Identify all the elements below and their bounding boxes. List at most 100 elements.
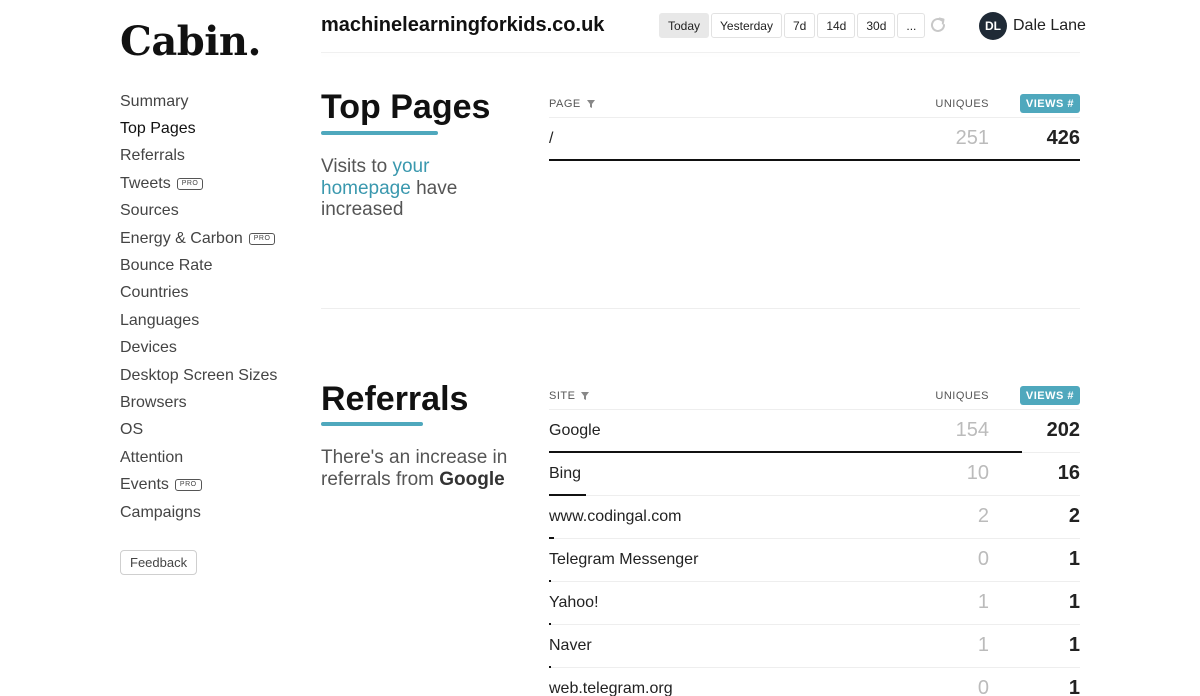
- row-views: 1: [1068, 677, 1080, 696]
- views-column-header[interactable]: VIEWS #: [1019, 94, 1080, 113]
- column-label: PAGE: [549, 98, 581, 110]
- row-views: 1: [1068, 634, 1080, 656]
- referrals-insight: There's an increase in referrals from Go…: [321, 447, 511, 490]
- row-label: /: [549, 130, 554, 147]
- table-row[interactable]: Naver 1 1: [549, 625, 1080, 668]
- sidebar-item-bounce-rate[interactable]: Bounce Rate: [120, 252, 277, 279]
- sidebar-item-top-pages[interactable]: Top Pages: [120, 115, 277, 142]
- sidebar-nav: Summary Top Pages Referrals Tweets PRO So…: [120, 88, 277, 526]
- row-uniques: 2: [977, 505, 989, 527]
- table-row[interactable]: web.telegram.org 0 1: [549, 668, 1080, 696]
- row-views: 1: [1068, 591, 1080, 613]
- row-uniques: 154: [955, 419, 989, 441]
- sidebar-item-desktop-screen-sizes[interactable]: Desktop Screen Sizes: [120, 362, 277, 389]
- sidebar-item-languages[interactable]: Languages: [120, 307, 277, 334]
- table-header: SITE UNIQUES VIEWS #: [549, 386, 1080, 410]
- sidebar-item-label: Top Pages: [120, 120, 196, 138]
- refresh-icon[interactable]: [928, 15, 948, 35]
- row-label: Naver: [549, 637, 592, 654]
- views-column-header[interactable]: VIEWS #: [1019, 386, 1080, 405]
- row-views: 202: [1046, 419, 1080, 441]
- sidebar-item-sources[interactable]: Sources: [120, 198, 277, 225]
- pro-badge: PRO: [248, 232, 276, 245]
- sidebar-item-tweets[interactable]: Tweets PRO: [120, 170, 277, 197]
- row-uniques: 1: [977, 634, 989, 656]
- filter-icon[interactable]: [586, 100, 595, 108]
- sidebar-item-summary[interactable]: Summary: [120, 88, 277, 115]
- row-label: www.codingal.com: [549, 508, 682, 525]
- table-row[interactable]: Telegram Messenger 0 1: [549, 539, 1080, 582]
- uniques-column-header[interactable]: UNIQUES: [935, 98, 989, 110]
- filter-icon[interactable]: [581, 392, 590, 400]
- row-uniques: 0: [977, 548, 989, 570]
- sidebar-item-label: Desktop Screen Sizes: [120, 366, 278, 384]
- referrals-title: Referrals: [321, 380, 469, 418]
- header-divider: [321, 52, 1080, 53]
- sidebar-item-label: Devices: [120, 339, 177, 357]
- sidebar-item-referrals[interactable]: Referrals: [120, 143, 277, 170]
- sidebar-item-label: Campaigns: [120, 503, 201, 521]
- site-name: machinelearningforkids.co.uk: [321, 14, 605, 36]
- sidebar-item-label: OS: [120, 421, 144, 439]
- top-pages-table: PAGE UNIQUES VIEWS # / 251 426: [549, 94, 1080, 161]
- range-more-button[interactable]: ...: [897, 13, 926, 38]
- row-uniques: 10: [966, 462, 989, 484]
- sidebar-item-label: Attention: [120, 448, 184, 466]
- feedback-button[interactable]: Feedback: [120, 550, 198, 575]
- row-views: 426: [1046, 127, 1080, 149]
- insight-strong: Google: [439, 468, 505, 490]
- sidebar-item-energy-carbon[interactable]: Energy & Carbon PRO: [120, 225, 277, 252]
- row-views: 16: [1057, 462, 1080, 484]
- user-avatar[interactable]: DL: [979, 12, 1007, 40]
- top-pages-title: Top Pages: [321, 88, 491, 126]
- sidebar-item-browsers[interactable]: Browsers: [120, 389, 277, 416]
- page-column-header[interactable]: PAGE: [549, 98, 595, 110]
- range-7d-button[interactable]: 7d: [783, 13, 816, 38]
- column-label: SITE: [549, 390, 576, 402]
- site-column-header[interactable]: SITE: [549, 390, 590, 402]
- sidebar-item-label: Tweets: [120, 174, 171, 192]
- table-row[interactable]: Google 154 202: [549, 410, 1080, 453]
- top-pages-insight: Visits to your homepage have increased: [321, 156, 511, 221]
- sidebar-item-label: Referrals: [120, 147, 185, 165]
- row-label: web.telegram.org: [549, 680, 673, 696]
- sidebar-item-label: Events: [120, 476, 169, 494]
- row-uniques: 0: [977, 677, 989, 696]
- row-proportion-bar: [549, 159, 1080, 161]
- row-views: 2: [1068, 505, 1080, 527]
- row-uniques: 251: [955, 127, 989, 149]
- row-label: Yahoo!: [549, 594, 599, 611]
- range-30d-button[interactable]: 30d: [857, 13, 896, 38]
- range-14d-button[interactable]: 14d: [817, 13, 856, 38]
- uniques-column-header[interactable]: UNIQUES: [935, 390, 989, 402]
- range-today-button[interactable]: Today: [659, 13, 710, 38]
- sidebar-item-label: Energy & Carbon: [120, 229, 243, 247]
- date-range-selector: Today Yesterday 7d 14d 30d ...: [659, 13, 926, 38]
- pro-badge: PRO: [176, 177, 204, 190]
- table-row[interactable]: Yahoo! 1 1: [549, 582, 1080, 625]
- sidebar-item-label: Summary: [120, 92, 189, 110]
- sidebar-item-devices[interactable]: Devices: [120, 335, 277, 362]
- range-yesterday-button[interactable]: Yesterday: [711, 13, 782, 38]
- sidebar-item-events[interactable]: Events PRO: [120, 471, 277, 498]
- table-row[interactable]: www.codingal.com 2 2: [549, 496, 1080, 539]
- row-label: Google: [549, 422, 601, 439]
- user-name[interactable]: Dale Lane: [1013, 17, 1086, 35]
- insight-text: Visits to: [321, 156, 388, 177]
- row-label: Telegram Messenger: [549, 551, 699, 568]
- table-row[interactable]: Bing 10 16: [549, 453, 1080, 496]
- sidebar-item-label: Countries: [120, 284, 189, 302]
- sidebar-item-countries[interactable]: Countries: [120, 280, 277, 307]
- referrals-table: SITE UNIQUES VIEWS # Google 154 202 Bing…: [549, 386, 1080, 696]
- sidebar-item-os[interactable]: OS: [120, 417, 277, 444]
- sidebar-item-attention[interactable]: Attention: [120, 444, 277, 471]
- row-uniques: 1: [977, 591, 989, 613]
- cabin-logo[interactable]: Cabin.: [120, 18, 261, 65]
- sidebar-item-label: Browsers: [120, 393, 187, 411]
- section-divider: [321, 308, 1080, 309]
- pro-badge: PRO: [174, 479, 202, 492]
- sidebar-item-campaigns[interactable]: Campaigns: [120, 499, 277, 526]
- table-row[interactable]: / 251 426: [549, 118, 1080, 161]
- top-pages-underline: [321, 131, 438, 135]
- referrals-underline: [321, 422, 423, 426]
